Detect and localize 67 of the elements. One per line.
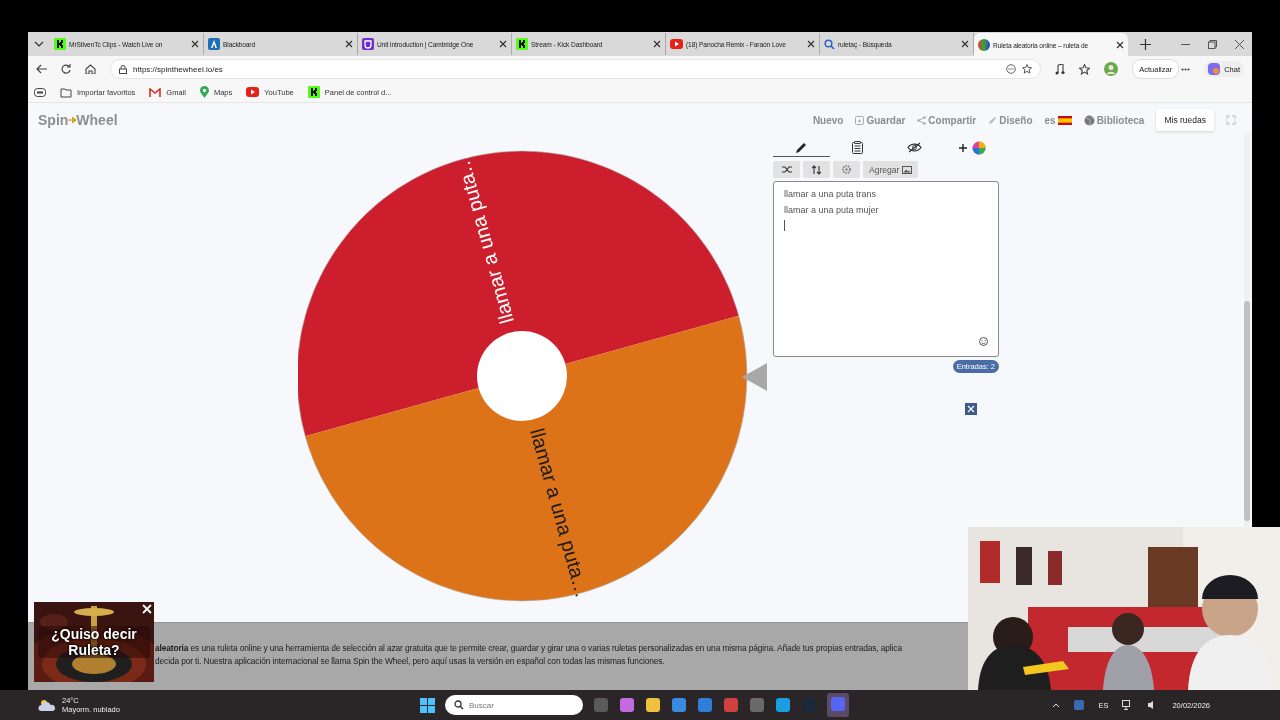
color-wheel-icon — [978, 39, 990, 51]
favorites-icon[interactable] — [1079, 63, 1091, 75]
spain-flag-icon — [1057, 115, 1072, 125]
globe-icon — [1083, 114, 1095, 126]
chevron-up-icon[interactable] — [1052, 702, 1061, 708]
scrollbar[interactable] — [1244, 133, 1250, 528]
close-icon[interactable] — [345, 40, 353, 48]
overlay-caption: ¿Quiso decir Ruleta? — [38, 626, 150, 658]
new-tab-icon[interactable] — [1140, 38, 1151, 50]
kick-logo-icon — [307, 86, 320, 98]
my-wheels-button[interactable]: Mis ruedas — [1156, 109, 1214, 131]
youtube-icon — [670, 39, 683, 49]
close-icon[interactable] — [191, 40, 199, 48]
blackboard-logo-icon — [208, 38, 220, 50]
entries-field[interactable]: llamar a una puta trans llamar a una puta mujer — [773, 181, 999, 357]
app-icon[interactable] — [723, 697, 739, 713]
share-icon — [917, 115, 927, 125]
home-icon[interactable] — [85, 64, 96, 74]
avatar-icon[interactable] — [1104, 62, 1119, 76]
search-icon — [824, 38, 835, 50]
pencil-icon — [795, 141, 808, 154]
app-icon[interactable] — [749, 697, 765, 713]
image-icon — [902, 165, 913, 174]
close-icon[interactable] — [807, 40, 815, 48]
youtube-icon — [246, 87, 260, 97]
pencil-icon — [988, 115, 998, 125]
close-icon[interactable] — [499, 40, 507, 48]
gmail-icon — [149, 87, 162, 97]
sort-button[interactable] — [803, 161, 830, 178]
cambridge-logo-icon — [362, 38, 374, 50]
cloud-icon — [38, 699, 56, 711]
wheel-center[interactable] — [477, 331, 567, 421]
shuffle-icon — [781, 165, 792, 174]
kick-logo-icon — [54, 38, 66, 50]
shuffle-button[interactable] — [773, 161, 800, 178]
add-image-button[interactable]: Agregar — [863, 161, 919, 178]
sort-icon — [812, 164, 821, 175]
close-icon[interactable] — [961, 40, 969, 48]
back-icon[interactable] — [36, 64, 47, 74]
kick-logo-icon — [516, 38, 528, 50]
map-pin-icon — [199, 86, 209, 98]
clipboard-icon — [852, 141, 864, 154]
chevron-down-icon — [34, 41, 44, 47]
slice-label: llamar a una puta… — [450, 151, 518, 326]
arrow-icon — [68, 117, 77, 123]
refresh-icon[interactable] — [61, 64, 71, 74]
sidebar-icon[interactable] — [34, 87, 46, 97]
close-icon[interactable] — [1116, 41, 1124, 49]
hidden-eye-icon — [906, 142, 922, 153]
more-icon[interactable] — [1181, 67, 1191, 71]
description-text: aleatoria es una ruleta online y una herramienta de selección al azar gratuita que te permite crear, guardar y girar una o varias ruletas personalizadas en una misma página. Añade tus propias entradas, aplica — [155, 643, 903, 653]
description-text: decida por ti. Nuestra aplicación internacional se llama Spin the Wheel, pero aquí usas la versión en español con todas las mismas funciones. — [155, 656, 666, 666]
logo-text: Wheel — [76, 112, 118, 128]
search-field[interactable]: Buscar — [445, 695, 583, 715]
close-icon[interactable] — [653, 40, 661, 48]
restore-icon[interactable] — [1208, 39, 1217, 49]
search-icon — [454, 700, 464, 710]
emoji-icon[interactable] — [979, 337, 988, 346]
address-bar[interactable]: https://spinthewheel.io/es — [110, 59, 1042, 79]
settings-icon — [841, 164, 852, 175]
start-icon[interactable] — [420, 697, 435, 713]
music-icon[interactable] — [1055, 63, 1066, 75]
close-icon[interactable] — [965, 403, 977, 415]
app-icon[interactable] — [1074, 700, 1085, 710]
slice-label: llamar a una puta… — [526, 426, 594, 601]
save-icon — [855, 115, 865, 125]
logo-text: Spin — [38, 112, 69, 128]
